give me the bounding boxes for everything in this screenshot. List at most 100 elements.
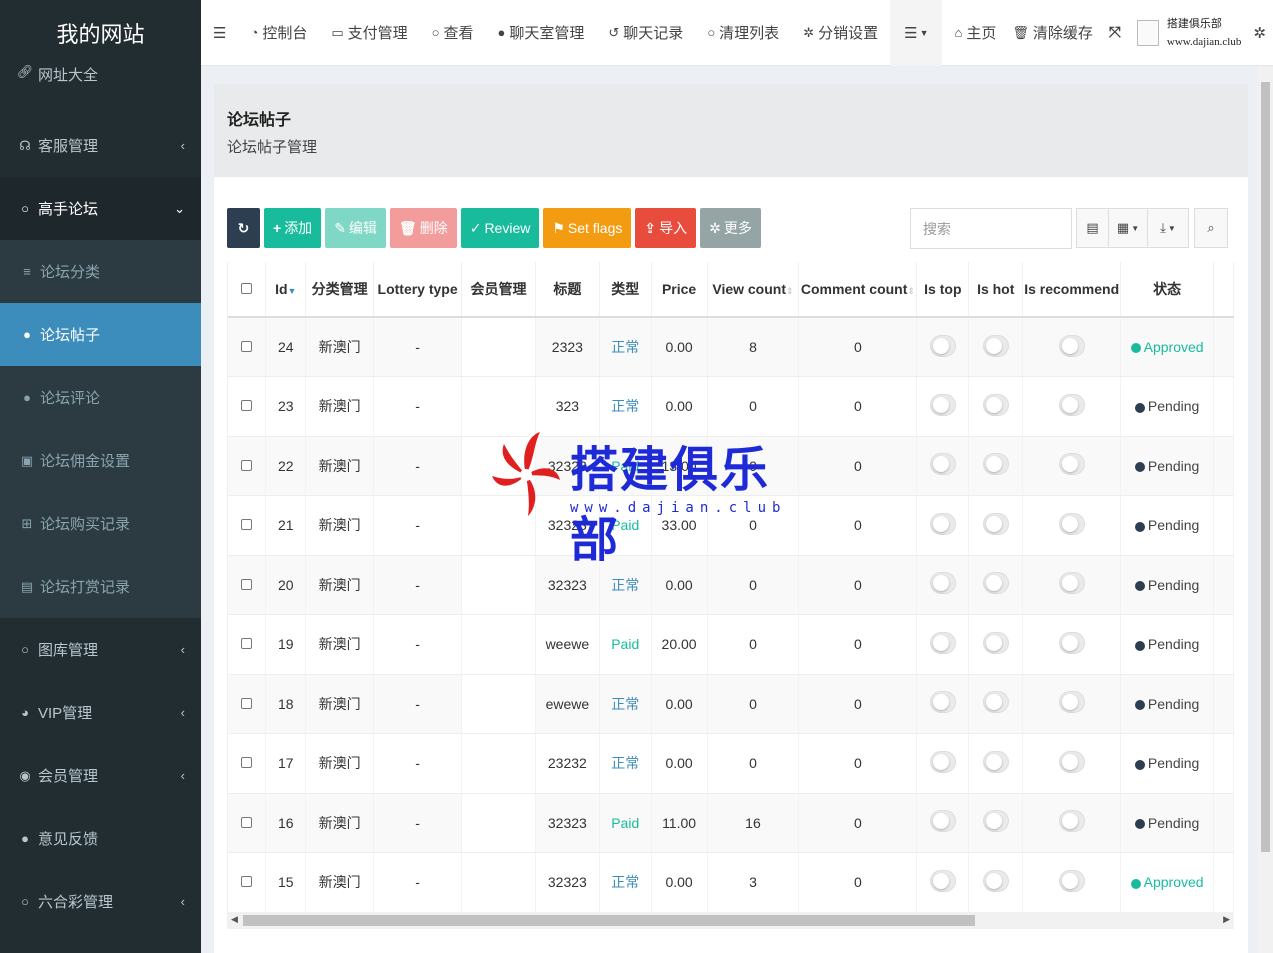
cell-type[interactable]: 正常 bbox=[599, 317, 652, 377]
is-top-toggle[interactable] bbox=[929, 810, 956, 833]
row-checkbox[interactable] bbox=[228, 436, 267, 496]
is-top-toggle[interactable] bbox=[929, 572, 956, 595]
cell-status[interactable]: Pending bbox=[1120, 674, 1215, 734]
row-checkbox[interactable] bbox=[228, 376, 267, 437]
cell-status[interactable]: Pending bbox=[1120, 555, 1215, 615]
cell-status[interactable]: Pending bbox=[1120, 376, 1215, 437]
nav-dashboard[interactable]: ◔ 控制台 bbox=[238, 0, 319, 66]
cell-type[interactable]: Paid bbox=[599, 793, 652, 853]
is-recommend-toggle[interactable] bbox=[1058, 572, 1085, 595]
col-view-count[interactable]: View count⇕ bbox=[707, 262, 800, 318]
table-row[interactable]: 17 新澳门 -23232 正常 0.00 0 0 Pending bbox=[228, 733, 1234, 794]
row-checkbox[interactable] bbox=[228, 495, 267, 556]
sidebar-item-links[interactable]: 🔗︎ 网址大全 bbox=[0, 64, 201, 96]
col-is-recommend[interactable]: Is recommend bbox=[1022, 262, 1122, 318]
cell-type[interactable]: 正常 bbox=[599, 376, 652, 437]
row-checkbox[interactable] bbox=[228, 674, 267, 734]
user-menu[interactable]: 搭建俱乐部 www.dajian.club bbox=[1129, 0, 1249, 66]
search-input[interactable]: 搜索 bbox=[910, 208, 1072, 249]
sidebar-item-gallery[interactable]: ○ 图库管理 ‹ bbox=[0, 618, 201, 681]
row-checkbox[interactable] bbox=[228, 614, 267, 675]
is-hot-toggle[interactable] bbox=[982, 869, 1009, 892]
settings-button[interactable]: ✲ bbox=[1249, 0, 1270, 66]
is-hot-toggle[interactable] bbox=[982, 512, 1009, 535]
row-checkbox[interactable] bbox=[228, 317, 267, 377]
scrollbar-thumb[interactable] bbox=[1261, 82, 1270, 852]
nav-chatroom[interactable]: ● 聊天室管理 bbox=[486, 0, 597, 66]
refresh-button[interactable]: ↻ bbox=[227, 208, 260, 248]
col-id[interactable]: Id▼ bbox=[265, 262, 307, 318]
is-recommend-toggle[interactable] bbox=[1058, 750, 1085, 773]
set-flags-button[interactable]: ⚑ Set flags bbox=[543, 208, 632, 248]
cell-status[interactable]: Approved bbox=[1120, 317, 1215, 377]
is-hot-toggle[interactable] bbox=[982, 750, 1009, 773]
row-checkbox[interactable] bbox=[228, 793, 267, 853]
columns-button[interactable]: ▦ ▼ bbox=[1109, 208, 1148, 248]
cell-status[interactable]: Approved bbox=[1120, 852, 1215, 912]
is-recommend-toggle[interactable] bbox=[1058, 334, 1085, 357]
cell-status[interactable]: Pending bbox=[1120, 436, 1215, 496]
is-top-toggle[interactable] bbox=[929, 869, 956, 892]
more-button[interactable]: ✲ 更多 bbox=[700, 208, 761, 248]
col-lottery-type[interactable]: Lottery type bbox=[373, 262, 463, 318]
is-hot-toggle[interactable] bbox=[982, 453, 1009, 476]
col-is-top[interactable]: Is top bbox=[916, 262, 970, 318]
row-checkbox[interactable] bbox=[228, 733, 267, 794]
nav-more-dropdown[interactable]: ☰ ▼ bbox=[890, 0, 943, 66]
cell-type[interactable]: Paid bbox=[599, 495, 652, 556]
nav-clean-list[interactable]: ○ 清理列表 bbox=[695, 0, 791, 66]
nav-home[interactable]: ⌂ 主页 bbox=[942, 0, 1008, 66]
cell-status[interactable]: Pending bbox=[1120, 793, 1215, 853]
table-row[interactable]: 23 新澳门 -323 正常 0.00 0 0 Pending bbox=[228, 376, 1234, 437]
search-button[interactable]: ⌕ bbox=[1194, 208, 1228, 248]
sidebar-item-lottery[interactable]: ○ 六合彩管理 ‹ bbox=[0, 870, 201, 933]
cell-type[interactable]: 正常 bbox=[599, 555, 652, 615]
is-recommend-toggle[interactable] bbox=[1058, 631, 1085, 654]
add-button[interactable]: + 添加 bbox=[264, 208, 322, 248]
cell-status[interactable]: Pending bbox=[1120, 733, 1215, 794]
scroll-left-icon[interactable]: ◀ bbox=[231, 914, 238, 925]
table-row[interactable]: 20 新澳门 -32323 正常 0.00 0 0 Pending bbox=[228, 555, 1234, 615]
select-all-checkbox[interactable] bbox=[228, 262, 267, 318]
nav-distribution[interactable]: ✲ 分销设置 bbox=[791, 0, 890, 66]
nav-payment[interactable]: ▭ 支付管理 bbox=[319, 0, 419, 66]
sidebar-item-forum-purchases[interactable]: ⊞ 论坛购买记录 bbox=[0, 492, 201, 555]
is-recommend-toggle[interactable] bbox=[1058, 691, 1085, 714]
is-top-toggle[interactable] bbox=[929, 750, 956, 773]
col-member[interactable]: 会员管理 bbox=[461, 262, 536, 318]
is-hot-toggle[interactable] bbox=[982, 334, 1009, 357]
table-row[interactable]: 18 新澳门 - ewewe 正常 0.00 0 0 Pending bbox=[228, 674, 1234, 734]
cell-type[interactable]: 正常 bbox=[599, 733, 652, 794]
cell-type[interactable]: 正常 bbox=[599, 674, 652, 734]
is-hot-toggle[interactable] bbox=[982, 393, 1009, 416]
table-row[interactable]: 15 新澳门 - 32323 正常 0.00 3 0 Approved bbox=[228, 852, 1234, 912]
col-type[interactable]: 类型 bbox=[599, 262, 652, 318]
scroll-right-icon[interactable]: ▶ bbox=[1223, 914, 1230, 925]
col-price[interactable]: Price bbox=[651, 262, 708, 318]
fullscreen-button[interactable]: ⤧ bbox=[1101, 0, 1129, 66]
col-category[interactable]: 分类管理 bbox=[305, 262, 375, 318]
sidebar-item-forum-category[interactable]: ≡ 论坛分类 bbox=[0, 240, 201, 303]
scrollbar-thumb[interactable] bbox=[243, 915, 975, 926]
is-hot-toggle[interactable] bbox=[982, 810, 1009, 833]
table-row[interactable]: 22 新澳门 -32323 Paid 13.00 0 0 Pending bbox=[228, 436, 1234, 496]
cell-type[interactable]: Paid bbox=[599, 436, 652, 496]
col-is-hot[interactable]: Is hot bbox=[968, 262, 1024, 318]
is-top-toggle[interactable] bbox=[929, 631, 956, 654]
row-checkbox[interactable] bbox=[228, 555, 267, 615]
col-comment-count[interactable]: Comment count⇕ bbox=[798, 262, 918, 318]
horizontal-scrollbar[interactable]: ◀ ▶ bbox=[227, 912, 1234, 929]
is-recommend-toggle[interactable] bbox=[1058, 453, 1085, 476]
is-hot-toggle[interactable] bbox=[982, 631, 1009, 654]
is-top-toggle[interactable] bbox=[929, 334, 956, 357]
sidebar-item-support[interactable]: ☊ 客服管理 ‹ bbox=[0, 114, 201, 177]
table-row[interactable]: 21 新澳门 -32323 Paid 33.00 0 0 Pending bbox=[228, 495, 1234, 556]
col-title[interactable]: 标题 bbox=[535, 262, 600, 318]
export-button[interactable]: ⤓ ▼ bbox=[1148, 208, 1189, 248]
is-top-toggle[interactable] bbox=[929, 512, 956, 535]
sidebar-item-feedback[interactable]: ● 意见反馈 bbox=[0, 807, 201, 870]
sidebar-item-forum[interactable]: ○ 高手论坛 ⌄ bbox=[0, 177, 201, 240]
site-brand[interactable]: 我的网站 bbox=[0, 0, 201, 66]
is-recommend-toggle[interactable] bbox=[1058, 393, 1085, 416]
is-top-toggle[interactable] bbox=[929, 691, 956, 714]
